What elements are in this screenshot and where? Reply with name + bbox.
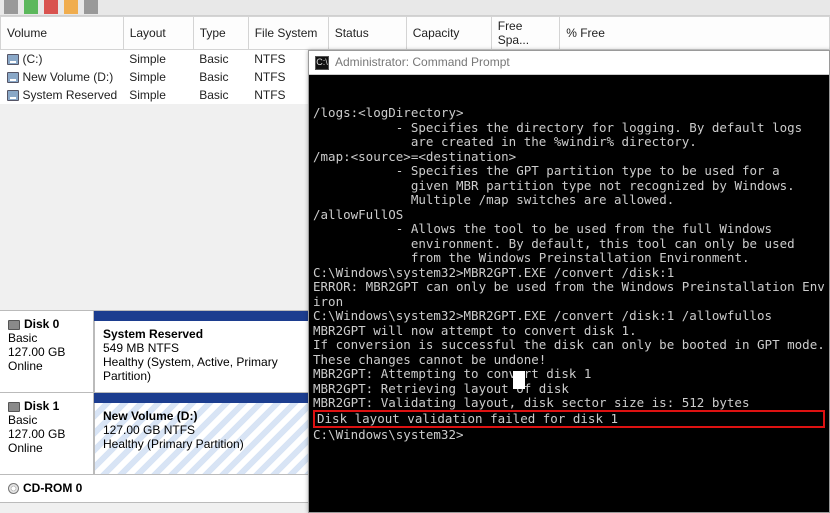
vol-name: (C:) [23,52,43,66]
col-layout[interactable]: Layout [123,17,193,50]
disk-map: Disk 0 Basic 127.00 GB Online System Res… [0,310,310,503]
cmd-line: MBR2GPT: Retrieving layout of disk [313,382,825,397]
partition-name: System Reserved [103,327,302,341]
cmd-output[interactable]: /logs:<logDirectory> - Specifies the dir… [309,75,829,512]
vol-layout: Simple [123,50,193,69]
help-icon[interactable] [84,0,98,14]
cmd-line: - Allows the tool to be used from the fu… [313,222,825,237]
vol-layout: Simple [123,68,193,86]
cmd-line: - Specifies the directory for logging. B… [313,121,825,136]
cmd-line: C:\Windows\system32>MBR2GPT.EXE /convert… [313,309,825,324]
disk-state: Online [8,441,85,455]
vol-name: System Reserved [23,88,118,102]
col-volume[interactable]: Volume [1,17,124,50]
col-status[interactable]: Status [328,17,406,50]
partition[interactable]: System Reserved 549 MB NTFS Healthy (Sys… [94,321,310,392]
back-icon[interactable] [4,0,18,14]
cmd-line: - Specifies the GPT partition type to be… [313,164,825,179]
volume-icon [7,72,19,83]
disk-title: Disk 1 [24,399,59,413]
cmd-line: MBR2GPT: Attempting to convert disk 1 [313,367,825,382]
partition-name: New Volume (D:) [103,409,302,423]
stop-icon[interactable] [44,0,58,14]
col-type[interactable]: Type [193,17,248,50]
partition-header [94,311,310,321]
disk-type: Basic [8,413,85,427]
cmd-prompt[interactable]: C:\Windows\system32> [313,428,825,443]
cdrom-icon [8,483,19,494]
partition-size: 127.00 GB NTFS [103,423,302,437]
disk-type: Basic [8,331,85,345]
disk-row[interactable]: Disk 0 Basic 127.00 GB Online System Res… [0,311,310,393]
vol-layout: Simple [123,86,193,104]
disk-size: 127.00 GB [8,345,85,359]
col-free[interactable]: Free Spa... [491,17,559,50]
cmd-icon: C:\ [315,56,329,70]
disk-row[interactable]: CD-ROM 0 [0,475,310,503]
disk-icon [8,402,20,412]
disk-size: 127.00 GB [8,427,85,441]
command-prompt-window[interactable]: C:\ Administrator: Command Prompt /logs:… [308,50,830,513]
toolbar [0,0,830,16]
grid-icon[interactable] [64,0,78,14]
disk-state: Online [8,359,85,373]
cmd-line: These changes cannot be undone! [313,353,825,368]
col-capacity[interactable]: Capacity [406,17,491,50]
cmd-line: are created in the %windir% directory. [313,135,825,150]
col-fs[interactable]: File System [248,17,328,50]
partition-status: Healthy (System, Active, Primary Partiti… [103,355,302,383]
volume-icon [7,54,19,65]
disk-row[interactable]: Disk 1 Basic 127.00 GB Online New Volume… [0,393,310,475]
col-pctfree[interactable]: % Free [560,17,830,50]
vol-name: New Volume (D:) [23,70,114,84]
vol-type: Basic [193,50,248,69]
cmd-line: /allowFullOS [313,208,825,223]
cmd-line: MBR2GPT will now attempt to convert disk… [313,324,825,339]
partition-status: Healthy (Primary Partition) [103,437,302,451]
partition-header [94,393,310,403]
cmd-line: Multiple /map switches are allowed. [313,193,825,208]
cmd-line: If conversion is successful the disk can… [313,338,825,353]
cmd-line: /logs:<logDirectory> [313,106,825,121]
cmd-line: /map:<source>=<destination> [313,150,825,165]
disk-icon [8,320,20,330]
disk-info: Disk 0 Basic 127.00 GB Online [0,311,94,392]
cmd-line: C:\Windows\system32>MBR2GPT.EXE /convert… [313,266,825,281]
cmd-title: Administrator: Command Prompt [335,55,510,70]
partition-size: 549 MB NTFS [103,341,302,355]
disk-info: Disk 1 Basic 127.00 GB Online [0,393,94,474]
cmd-line: MBR2GPT: Validating layout, disk sector … [313,396,825,411]
refresh-icon[interactable] [24,0,38,14]
cmd-line: ERROR: MBR2GPT can only be used from the… [313,280,825,309]
cdrom-title: CD-ROM 0 [23,481,82,495]
disk-title: Disk 0 [24,317,59,331]
cmd-line: from the Windows Preinstallation Environ… [313,251,825,266]
vol-type: Basic [193,86,248,104]
volume-icon [7,90,19,101]
cmd-titlebar[interactable]: C:\ Administrator: Command Prompt [309,51,829,75]
vol-type: Basic [193,68,248,86]
partition[interactable]: New Volume (D:) 127.00 GB NTFS Healthy (… [94,403,310,474]
cmd-line: given MBR partition type not recognized … [313,179,825,194]
cmd-error-line: Disk layout validation failed for disk 1 [313,410,825,429]
cmd-line: environment. By default, this tool can o… [313,237,825,252]
